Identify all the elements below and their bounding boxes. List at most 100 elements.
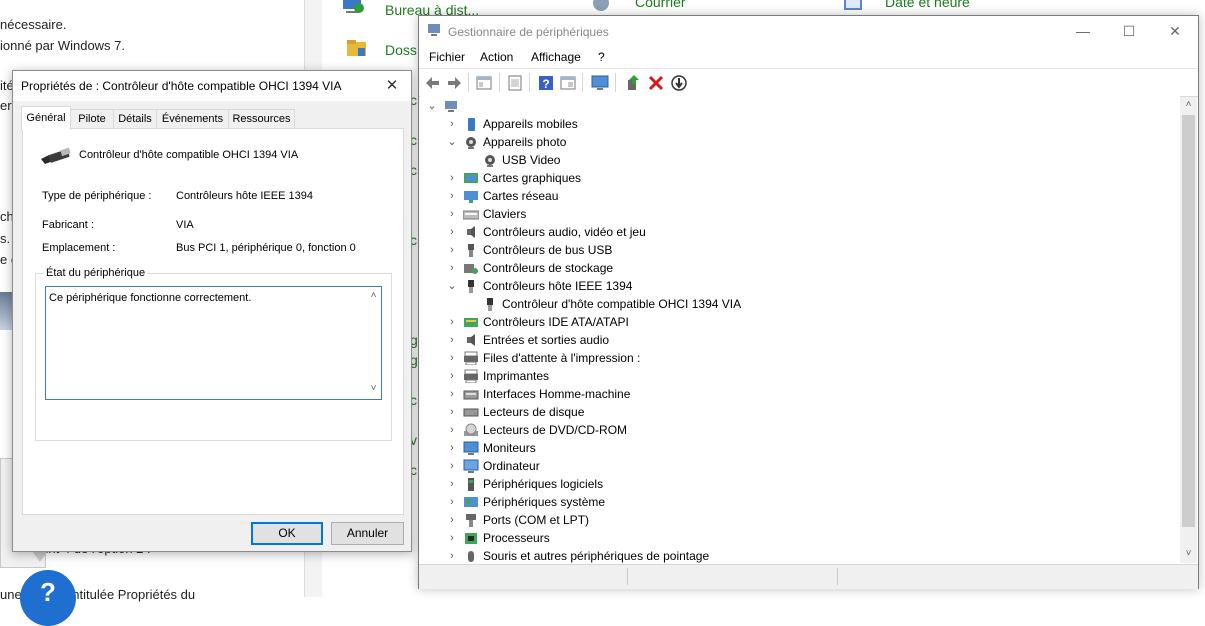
minimize-button[interactable]: — bbox=[1060, 16, 1106, 46]
expand-chevron-icon[interactable]: › bbox=[446, 477, 458, 491]
expand-chevron-icon[interactable]: › bbox=[446, 261, 458, 275]
tree-node[interactable]: › Entrées et sorties audio bbox=[446, 331, 1120, 349]
tree-node[interactable]: › Périphériques logiciels bbox=[446, 475, 1120, 493]
status-textbox-scrollbar[interactable]: ˄ ˅ bbox=[366, 287, 381, 399]
explorer-item[interactable]: Courrier bbox=[635, 0, 686, 10]
toolbar-separator bbox=[615, 73, 616, 92]
expand-chevron-icon[interactable]: › bbox=[446, 495, 458, 509]
help-bubble-icon[interactable]: ? bbox=[20, 570, 76, 626]
cancel-button[interactable]: Annuler bbox=[331, 522, 404, 545]
tree-node[interactable]: › Contrôleurs de stockage bbox=[446, 259, 1120, 277]
device-status-textbox[interactable]: Ce périphérique fonctionne correctement.… bbox=[45, 286, 382, 400]
tree-node[interactable]: › Ordinateur bbox=[446, 457, 1120, 475]
collapse-chevron-icon[interactable]: ⌄ bbox=[446, 135, 458, 149]
disable-icon[interactable] bbox=[670, 74, 688, 92]
tab-pilote[interactable]: Pilote bbox=[70, 109, 114, 129]
tree-node[interactable]: › Processeurs bbox=[446, 529, 1120, 547]
expand-chevron-icon[interactable]: › bbox=[446, 351, 458, 365]
expand-chevron-icon[interactable]: › bbox=[446, 441, 458, 455]
tree-node[interactable]: › Contrôleurs IDE ATA/ATAPI bbox=[446, 313, 1120, 331]
expand-chevron-icon[interactable]: › bbox=[446, 369, 458, 383]
expand-chevron-icon[interactable]: › bbox=[446, 315, 458, 329]
back-icon[interactable] bbox=[424, 74, 442, 92]
device-status-text: Ce périphérique fonctionne correctement. bbox=[49, 292, 252, 304]
properties-view-icon[interactable] bbox=[475, 74, 493, 92]
device-manager-titlebar[interactable]: Gestionnaire de périphériques — ☐ ✕ bbox=[419, 16, 1198, 46]
ide-controller-icon bbox=[464, 318, 478, 327]
tree-root-node[interactable]: ⌄ bbox=[426, 97, 1120, 115]
collapse-chevron-icon[interactable]: ⌄ bbox=[446, 279, 458, 293]
tree-node[interactable]: › Files d'attente à l'impression : bbox=[446, 349, 1120, 367]
tab-ressources[interactable]: Ressources bbox=[228, 109, 295, 129]
collapse-chevron-icon[interactable]: ⌄ bbox=[426, 99, 438, 113]
expand-chevron-icon[interactable]: › bbox=[446, 531, 458, 545]
expand-chevron-icon[interactable]: › bbox=[446, 189, 458, 203]
expand-chevron-icon[interactable]: › bbox=[446, 423, 458, 437]
explorer-item[interactable]: Date et heure bbox=[885, 0, 970, 10]
tab-general[interactable]: Général bbox=[21, 106, 71, 130]
scroll-up-arrow-icon[interactable]: ˄ bbox=[1180, 97, 1197, 113]
device-tree: ⌄ › Appareils mobiles ⌄ Appareils photo USB V… bbox=[420, 96, 1180, 566]
tree-node[interactable]: › Lecteurs de DVD/CD-ROM bbox=[446, 421, 1120, 439]
close-button[interactable]: ✕ bbox=[1152, 16, 1198, 46]
update-driver-icon[interactable] bbox=[624, 74, 642, 92]
scroll-up-arrow-icon[interactable]: ˄ bbox=[366, 288, 381, 304]
ok-button[interactable]: OK bbox=[251, 522, 323, 545]
expand-chevron-icon[interactable]: › bbox=[446, 243, 458, 257]
tab-details[interactable]: Détails bbox=[113, 109, 157, 129]
printer-icon bbox=[464, 369, 478, 383]
monitor-scan-icon[interactable] bbox=[591, 74, 609, 92]
expand-chevron-icon[interactable]: › bbox=[446, 387, 458, 401]
tree-node[interactable]: › Cartes graphiques bbox=[446, 169, 1120, 187]
tree-node[interactable]: › Lecteurs de disque bbox=[446, 403, 1120, 421]
menu-action[interactable]: Action bbox=[480, 50, 513, 64]
menu-fichier[interactable]: Fichier bbox=[429, 50, 465, 64]
dialog-close-button[interactable]: ✕ bbox=[377, 73, 407, 99]
menu-help[interactable]: ? bbox=[598, 50, 605, 64]
help-icon[interactable]: ? bbox=[537, 74, 555, 92]
expand-chevron-icon[interactable]: › bbox=[446, 549, 458, 563]
menu-affichage[interactable]: Affichage bbox=[531, 50, 581, 64]
explorer-item[interactable]: Doss bbox=[385, 42, 417, 58]
refresh-icon[interactable] bbox=[506, 74, 524, 92]
camera-icon bbox=[485, 155, 495, 167]
properties-dialog: Propriétés de : Contrôleur d'hôte compat… bbox=[12, 70, 412, 552]
tree-node[interactable]: ⌄ Appareils photo bbox=[446, 133, 1120, 151]
tree-node[interactable]: › Claviers bbox=[446, 205, 1120, 223]
device-type-label: Type de périphérique : bbox=[42, 190, 152, 202]
tree-node[interactable]: › Cartes réseau bbox=[446, 187, 1120, 205]
expand-chevron-icon[interactable]: › bbox=[446, 207, 458, 221]
scrollbar-thumb[interactable] bbox=[1182, 115, 1195, 527]
tree-node[interactable]: › Souris et autres périphériques de point… bbox=[446, 547, 1120, 565]
uninstall-icon[interactable] bbox=[647, 74, 665, 92]
status-bar bbox=[419, 564, 1198, 589]
update-view-icon[interactable] bbox=[559, 74, 577, 92]
tree-node[interactable]: › Interfaces Homme-machine bbox=[446, 385, 1120, 403]
tree-node[interactable]: › Imprimantes bbox=[446, 367, 1120, 385]
expand-chevron-icon[interactable]: › bbox=[446, 405, 458, 419]
tree-node[interactable]: › Contrôleurs de bus USB bbox=[446, 241, 1120, 259]
scroll-down-arrow-icon[interactable]: ˅ bbox=[1180, 546, 1197, 562]
tree-node-label: Lecteurs de disque bbox=[483, 405, 585, 419]
tree-node[interactable]: Contrôleur d'hôte compatible OHCI 1394 V… bbox=[465, 295, 1120, 313]
expand-chevron-icon[interactable]: › bbox=[446, 225, 458, 239]
properties-dialog-titlebar[interactable]: Propriétés de : Contrôleur d'hôte compat… bbox=[13, 71, 411, 101]
tree-node[interactable]: ⌄ Contrôleurs hôte IEEE 1394 bbox=[446, 277, 1120, 295]
scroll-down-arrow-icon[interactable]: ˅ bbox=[366, 381, 381, 397]
tab-evenements[interactable]: Événements bbox=[156, 109, 229, 129]
expand-chevron-icon[interactable]: › bbox=[446, 117, 458, 131]
expand-chevron-icon[interactable]: › bbox=[446, 459, 458, 473]
tree-node[interactable]: › Contrôleurs audio, vidéo et jeu bbox=[446, 223, 1120, 241]
expand-chevron-icon[interactable]: › bbox=[446, 333, 458, 347]
forward-icon[interactable] bbox=[445, 74, 463, 92]
tree-node[interactable]: USB Video bbox=[465, 151, 1120, 169]
tree-node[interactable]: › Ports (COM et LPT) bbox=[446, 511, 1120, 529]
tree-node[interactable]: › Appareils mobiles bbox=[446, 115, 1120, 133]
tree-vertical-scrollbar[interactable]: ˄ ˅ bbox=[1180, 97, 1197, 563]
maximize-button[interactable]: ☐ bbox=[1106, 16, 1152, 46]
expand-chevron-icon[interactable]: › bbox=[446, 513, 458, 527]
expand-chevron-icon[interactable]: › bbox=[446, 171, 458, 185]
computer-root-icon bbox=[445, 101, 457, 112]
tree-node[interactable]: › Périphériques système bbox=[446, 493, 1120, 511]
tree-node[interactable]: › Moniteurs bbox=[446, 439, 1120, 457]
